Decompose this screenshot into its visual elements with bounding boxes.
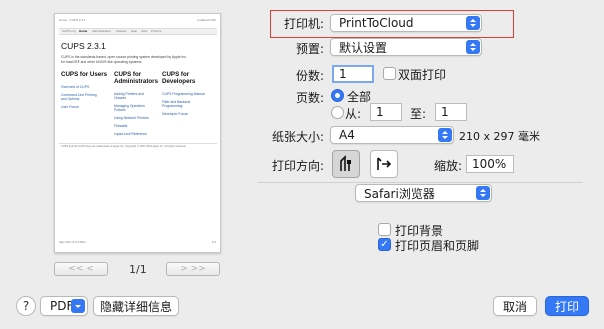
section-divider: [258, 182, 583, 183]
duplex-label: 双面打印: [398, 68, 447, 82]
print-preview-page: Home - CUPS 2.3.1 localhost:631/ CUPS.or…: [54, 13, 221, 253]
preview-link: Using Network Printers: [114, 116, 149, 120]
popup-caret-icon: [466, 16, 480, 30]
preview-col1-heading: CUPS for Users: [61, 71, 108, 78]
pdf-menu-button[interactable]: PDF: [40, 296, 88, 316]
preview-link: cupsd.conf Reference: [114, 132, 147, 136]
portrait-orientation-icon: [340, 155, 351, 171]
page-indicator: 1/1: [129, 263, 147, 276]
preview-col3-heading: Developers: [162, 78, 196, 85]
printer-value: PrintToCloud: [339, 16, 414, 30]
preview-nav-item: Help: [131, 29, 138, 33]
print-button[interactable]: 打印: [545, 296, 589, 316]
scale-label: 缩放:: [433, 159, 462, 173]
pages-all-label: 全部: [347, 90, 372, 104]
popup-caret-icon: [466, 40, 480, 54]
preview-nav-item: Classes: [116, 29, 127, 33]
scale-input[interactable]: 100%: [466, 155, 514, 173]
pages-to-label: 至:: [410, 107, 427, 121]
print-headers-checkbox[interactable]: ✓: [378, 238, 391, 251]
preview-nav-item: Printers: [151, 29, 162, 33]
preview-header-right: localhost:631/: [197, 18, 216, 22]
app-section-popup[interactable]: Safari浏览器: [355, 184, 492, 202]
paper-size-label: 纸张大小:: [271, 130, 324, 144]
pdf-label: PDF: [50, 299, 74, 313]
orientation-label: 打印方向:: [271, 159, 324, 173]
preset-popup[interactable]: 默认设置: [330, 38, 482, 56]
preview-link: Policies: [114, 108, 126, 112]
preview-intro: for macOS® and other UNIX®-like operatin…: [61, 60, 143, 64]
question-mark-icon: ?: [22, 299, 30, 313]
preview-title: CUPS 2.3.1: [61, 41, 106, 51]
paper-dimensions: 210 x 297 毫米: [459, 130, 540, 143]
printer-label: 打印机:: [283, 17, 324, 31]
copies-input[interactable]: 1: [332, 65, 374, 83]
popup-caret-icon: [476, 186, 490, 200]
printer-popup[interactable]: PrintToCloud: [330, 14, 482, 32]
preview-link: Classes: [114, 96, 127, 100]
pages-label: 页数:: [295, 91, 324, 105]
pages-from-input[interactable]: 1: [370, 103, 402, 121]
copies-label: 份数:: [295, 69, 324, 83]
preview-link: and Options: [61, 97, 80, 101]
hide-details-button[interactable]: 隐藏详细信息: [93, 296, 179, 316]
portrait-orientation-button[interactable]: [332, 150, 360, 178]
pages-all-radio[interactable]: [331, 89, 344, 102]
preview-nav-item: CUPS.org: [62, 29, 76, 33]
preview-header-left: Home - CUPS 2.3.1: [59, 18, 86, 22]
landscape-orientation-button[interactable]: [370, 150, 398, 178]
preview-page-number: 1/1: [211, 239, 216, 244]
preview-nav-item: Jobs: [141, 29, 148, 33]
next-page-button[interactable]: > >>: [166, 262, 220, 276]
paper-size-value: A4: [339, 128, 355, 142]
cancel-button[interactable]: 取消: [493, 296, 537, 316]
popup-caret-icon: [438, 128, 452, 142]
paper-size-popup[interactable]: A4: [330, 126, 454, 144]
pages-range-radio[interactable]: [331, 106, 344, 119]
preview-nav-item: Home: [79, 29, 88, 33]
app-section-value: Safari浏览器: [364, 186, 435, 201]
popup-caret-icon: [71, 299, 85, 313]
checkmark-icon: ✓: [380, 238, 389, 250]
pages-to-input[interactable]: 1: [435, 103, 467, 121]
previous-page-button[interactable]: << <: [54, 262, 108, 276]
preset-label: 预置:: [295, 42, 324, 56]
preview-col2-heading: Administrators: [114, 78, 159, 85]
preset-value: 默认设置: [339, 40, 388, 55]
preview-footer-rule: [59, 143, 217, 144]
pages-from-label: 从:: [345, 107, 362, 121]
print-headers-label: 打印页眉和页脚: [395, 239, 480, 253]
duplex-checkbox[interactable]: [383, 67, 396, 80]
preview-link: Firewalls: [114, 124, 128, 128]
help-button[interactable]: ?: [16, 296, 36, 316]
preview-nav-item: Administration: [92, 29, 112, 33]
preview-footer: CUPS and the CUPS logo are trademarks of…: [61, 145, 187, 148]
preview-page-url: http://127.0.0.1:631/: [59, 239, 86, 244]
preview-link: Programming: [162, 104, 183, 108]
preview-link: User Forum: [61, 105, 79, 109]
landscape-orientation-icon: [377, 157, 392, 170]
print-backgrounds-checkbox[interactable]: [378, 223, 391, 236]
preview-link: CUPS Programming Manual: [162, 92, 205, 96]
preview-link: Developer Forum: [162, 112, 189, 116]
preview-link: Overview of CUPS: [61, 85, 90, 89]
